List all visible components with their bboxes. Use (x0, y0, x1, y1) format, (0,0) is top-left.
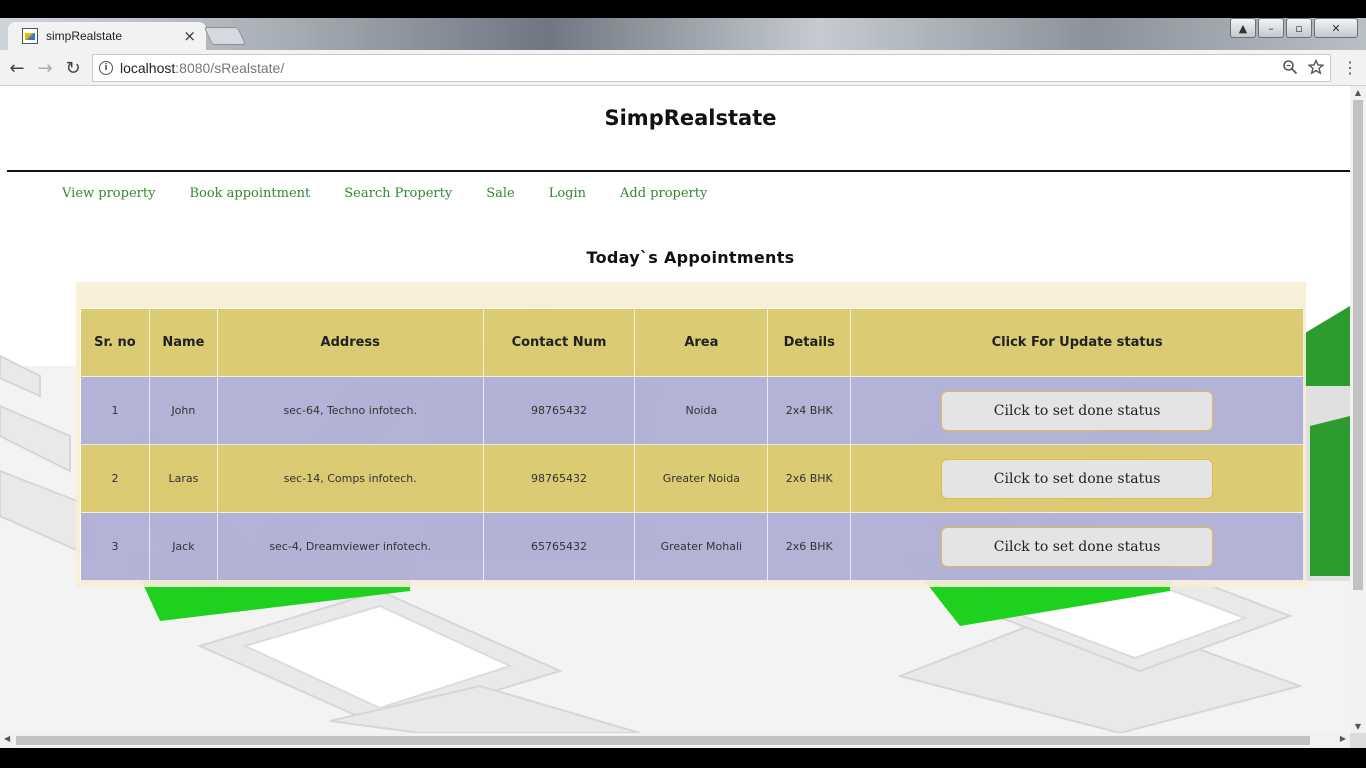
scroll-down-arrow-icon[interactable]: ▼ (1353, 722, 1363, 731)
site-title: SimpRealstate (604, 106, 777, 130)
vertical-scroll-thumb[interactable] (1353, 100, 1363, 590)
cell-name: Jack (148, 512, 218, 581)
favicon-icon (22, 28, 38, 44)
zoom-icon[interactable] (1282, 59, 1298, 75)
header-details: Details (767, 308, 852, 377)
cell-address: sec-14, Comps infotech. (216, 444, 484, 513)
cell-area: Greater Mohali (634, 512, 769, 581)
cell-name: Laras (148, 444, 218, 513)
scroll-up-arrow-icon[interactable]: ▲ (1353, 88, 1363, 97)
cell-area: Noida (634, 376, 769, 445)
browser-titlebar: simpRealstate × ▲ – ▫ ✕ (0, 0, 1366, 50)
table-row: 2 Laras sec-14, Comps infotech. 98765432… (80, 444, 1304, 513)
header-contact-num: Contact Num (482, 308, 636, 377)
page-viewport: SimpRealstate View property Book appoint… (0, 86, 1350, 733)
set-done-status-button[interactable]: Cilck to set done status (941, 390, 1214, 431)
cell-address: sec-4, Dreamviewer infotech. (216, 512, 484, 581)
maximize-button[interactable]: ▫ (1286, 18, 1312, 38)
set-done-status-button[interactable]: Cilck to set done status (941, 526, 1214, 567)
cell-details: 2x4 BHK (767, 376, 852, 445)
header-update-status: Click For Update status (850, 308, 1304, 377)
tab-close-icon[interactable]: × (183, 27, 196, 45)
nav-add-property[interactable]: Add property (620, 186, 707, 201)
tab-title: simpRealstate (46, 29, 123, 43)
appointments-table: Sr. no Name Address Contact Num Area Det… (80, 308, 1304, 581)
header-name: Name (148, 308, 218, 377)
cell-contact: 98765432 (482, 444, 636, 513)
vertical-scrollbar[interactable]: ▲ ▼ (1350, 86, 1366, 733)
table-row: 1 John sec-64, Techno infotech. 98765432… (80, 376, 1304, 445)
cell-name: John (148, 376, 218, 445)
browser-tab[interactable]: simpRealstate × (8, 22, 206, 50)
browser-menu-icon[interactable]: ⋮ (1342, 58, 1358, 77)
nav-view-property[interactable]: View property (62, 186, 155, 201)
cell-sr-no: 1 (80, 376, 150, 445)
appointments-panel: Sr. no Name Address Contact Num Area Det… (76, 282, 1306, 587)
cell-area: Greater Noida (634, 444, 769, 513)
cell-action: Cilck to set done status (850, 444, 1304, 513)
cell-action: Cilck to set done status (850, 376, 1304, 445)
bookmark-star-icon[interactable] (1308, 59, 1324, 75)
cell-details: 2x6 BHK (767, 512, 852, 581)
cell-contact: 98765432 (482, 376, 636, 445)
profile-button[interactable]: ▲ (1230, 18, 1256, 38)
scroll-left-arrow-icon[interactable]: ◀ (4, 734, 10, 743)
close-window-button[interactable]: ✕ (1314, 18, 1358, 38)
set-done-status-button[interactable]: Cilck to set done status (941, 458, 1214, 499)
reload-button[interactable]: ↻ (62, 57, 84, 79)
cell-sr-no: 2 (80, 444, 150, 513)
header-area: Area (634, 308, 769, 377)
header-address: Address (216, 308, 484, 377)
site-nav: View property Book appointment Search Pr… (62, 186, 741, 201)
table-row: 3 Jack sec-4, Dreamviewer infotech. 6576… (80, 512, 1304, 581)
appointments-title: Today`s Appointments (586, 248, 795, 267)
horizontal-scroll-thumb[interactable] (16, 736, 1310, 745)
table-header-row: Sr. no Name Address Contact Num Area Det… (80, 308, 1304, 377)
screen-bottom-edge (0, 748, 1366, 768)
cell-details: 2x6 BHK (767, 444, 852, 513)
cell-address: sec-64, Techno infotech. (216, 376, 484, 445)
horizontal-scrollbar[interactable]: ◀ ▶ (0, 733, 1350, 748)
forward-button[interactable]: → (34, 57, 56, 79)
nav-book-appointment[interactable]: Book appointment (189, 186, 310, 201)
browser-toolbar: ← → ↻ i localhost:8080/sRealstate/ ⋮ (0, 50, 1366, 86)
minimize-button[interactable]: – (1258, 18, 1284, 38)
nav-sale[interactable]: Sale (486, 186, 515, 201)
window-controls: ▲ – ▫ ✕ (1230, 18, 1358, 38)
scrollbar-corner (1350, 733, 1366, 748)
header-sr-no: Sr. no (80, 308, 150, 377)
scroll-right-arrow-icon[interactable]: ▶ (1340, 734, 1346, 743)
back-button[interactable]: ← (6, 57, 28, 79)
nav-search-property[interactable]: Search Property (344, 186, 452, 201)
url-text[interactable]: localhost:8080/sRealstate/ (120, 60, 284, 76)
header-divider (7, 170, 1350, 172)
site-info-icon[interactable]: i (99, 61, 113, 75)
address-bar[interactable]: i localhost:8080/sRealstate/ (92, 54, 1331, 82)
cell-action: Cilck to set done status (850, 512, 1304, 581)
nav-login[interactable]: Login (549, 186, 586, 201)
cell-sr-no: 3 (80, 512, 150, 581)
cell-contact: 65765432 (482, 512, 636, 581)
